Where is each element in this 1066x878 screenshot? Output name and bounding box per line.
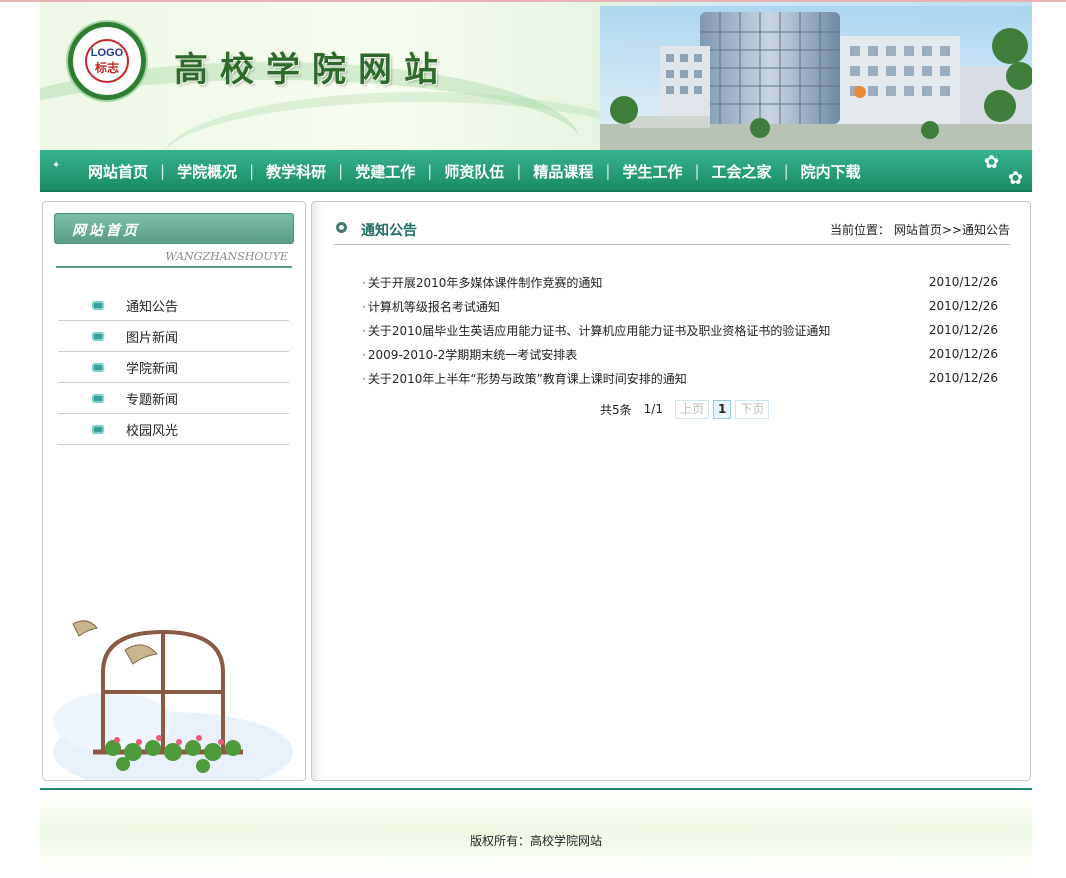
copyright-text: 版权所有：高校学院网站 (469, 834, 602, 848)
sidebar-item-label: 专题新闻 (126, 392, 179, 408)
bullet-dot-icon: · (362, 275, 366, 290)
sidebar-item-notices[interactable]: 通知公告 (58, 290, 289, 321)
bullet-icon (92, 362, 104, 372)
nav-item-about: 学院概况 | (165, 161, 254, 182)
nav-item-union: 工会之家 | (700, 161, 789, 182)
sidebar-subheading: WANGZHANSHOUYE (165, 250, 288, 263)
bullet-dot-icon: · (362, 371, 366, 386)
section-ring-icon (336, 222, 347, 233)
notice-date: 2010/12/26 (928, 275, 998, 289)
notice-row: · 关于2010年上半年“形势与政策”教育课上课时间安排的通知 2010/12/26 (362, 366, 998, 390)
notice-link[interactable]: 计算机等级报名考试通知 (368, 300, 500, 314)
nav-link-home[interactable]: 网站首页 (76, 161, 160, 182)
nav-link-courses[interactable]: 精品课程 (521, 161, 605, 182)
site-header: LOGO 标志 高校学院网站 (40, 2, 1032, 150)
nav-link-about[interactable]: 学院概况 (165, 161, 249, 182)
notice-link[interactable]: 关于开展2010年多媒体课件制作竞赛的通知 (368, 276, 603, 290)
nav-item-faculty: 师资队伍 | (432, 161, 521, 182)
nav-link-research[interactable]: 教学科研 (254, 161, 338, 182)
main-nav: 网站首页 | 学院概况 | 教学科研 | 党建工作 | 师资队伍 | 精品课程 | 学生工作… (40, 150, 1032, 192)
sidebar-heading-bar: 网站首页 (54, 213, 294, 244)
nav-item-party: 党建工作 | (343, 161, 432, 182)
breadcrumb-separator: >> (941, 223, 962, 237)
nav-item-courses: 精品课程 | (521, 161, 610, 182)
flower-icon: ✿ (1008, 168, 1024, 189)
breadcrumb-current: 通知公告 (961, 223, 1010, 237)
bullet-dot-icon: · (362, 323, 366, 338)
pagination-total: 共5条 (600, 402, 632, 417)
campus-building-image (600, 6, 1032, 150)
page-number-button[interactable]: 1 (712, 399, 732, 419)
site-footer: 版权所有：高校学院网站 (40, 788, 1032, 878)
prev-page-button[interactable]: 上页 (674, 399, 709, 419)
nav-link-union[interactable]: 工会之家 (700, 161, 784, 182)
logo-seal: LOGO 标志 (85, 39, 129, 83)
bullet-icon (92, 300, 104, 310)
sidebar-item-campus-scenery[interactable]: 校园风光 (58, 414, 289, 445)
sidebar: 网站首页 WANGZHANSHOUYE 通知公告 图片新闻 学院新闻 专题新闻 … (42, 201, 306, 781)
nav-item-home: 网站首页 | (76, 161, 165, 182)
breadcrumb: 当前位置： 网站首页>>通知公告 (830, 221, 1010, 238)
notice-row: · 计算机等级报名考试通知 2010/12/26 (362, 294, 998, 318)
sidebar-divider (56, 266, 292, 268)
notice-list: · 关于开展2010年多媒体课件制作竞赛的通知 2010/12/26 · 计算机等级报… (362, 270, 998, 390)
next-page-button[interactable]: 下页 (735, 399, 770, 419)
notice-date: 2010/12/26 (928, 299, 998, 313)
notice-link[interactable]: 关于2010届毕业生英语应用能力证书、计算机应用能力证书及职业资格证书的验证通知 (368, 324, 831, 338)
sidebar-item-label: 校园风光 (126, 423, 179, 439)
notice-date: 2010/12/26 (928, 371, 998, 385)
bullet-icon (92, 331, 104, 341)
notice-link[interactable]: 关于2010年上半年“形势与政策”教育课上课时间安排的通知 (368, 372, 687, 386)
sidebar-item-label: 图片新闻 (126, 330, 179, 346)
window-birds-illustration (53, 620, 293, 780)
site-title: 高校学院网站 (174, 50, 450, 90)
content-title: 通知公告 (361, 223, 417, 239)
bullet-dot-icon: · (362, 347, 366, 362)
sidebar-item-label: 学院新闻 (126, 361, 179, 377)
sidebar-item-special-news[interactable]: 专题新闻 (58, 383, 289, 414)
sidebar-item-college-news[interactable]: 学院新闻 (58, 352, 289, 383)
notice-date: 2010/12/26 (928, 347, 998, 361)
page: LOGO 标志 高校学院网站 网站首页 | 学院概况 | 教学科研 | 党建工作… (0, 0, 1066, 878)
pagination-pages: 1/1 (643, 402, 663, 416)
notice-row: · 关于开展2010年多媒体课件制作竞赛的通知 2010/12/26 (362, 270, 998, 294)
site-logo[interactable]: LOGO 标志 (68, 22, 146, 100)
sidebar-heading: 网站首页 (72, 223, 140, 239)
sidebar-item-photo-news[interactable]: 图片新闻 (58, 321, 289, 352)
sidebar-menu: 通知公告 图片新闻 学院新闻 专题新闻 校园风光 (58, 290, 289, 445)
logo-text-en: LOGO (90, 47, 124, 59)
nav-menu: 网站首页 | 学院概况 | 教学科研 | 党建工作 | 师资队伍 | 精品课程 | 学生工作… (76, 150, 873, 192)
nav-link-downloads[interactable]: 院内下载 (789, 161, 873, 182)
breadcrumb-home-link[interactable]: 网站首页 (894, 223, 942, 237)
nav-item-research: 教学科研 | (254, 161, 343, 182)
nav-item-students: 学生工作 | (610, 161, 699, 182)
nav-link-faculty[interactable]: 师资队伍 (432, 161, 516, 182)
bullet-icon (92, 424, 104, 434)
content-header: 通知公告 当前位置： 网站首页>>通知公告 (334, 216, 1010, 245)
nav-link-party[interactable]: 党建工作 (343, 161, 427, 182)
nav-item-downloads: 院内下载 (789, 161, 873, 182)
breadcrumb-prefix: 当前位置： (830, 223, 891, 237)
flower-icon: ✿ (984, 152, 1000, 173)
sidebar-item-label: 通知公告 (126, 299, 179, 315)
sparkle-icon: ✦ (52, 160, 61, 171)
notice-link[interactable]: 2009-2010-2学期期末统一考试安排表 (368, 348, 577, 362)
bullet-dot-icon: · (362, 299, 366, 314)
notice-row: · 关于2010届毕业生英语应用能力证书、计算机应用能力证书及职业资格证书的验证通… (362, 318, 998, 342)
logo-text-cn: 标志 (94, 61, 119, 75)
notice-date: 2010/12/26 (928, 323, 998, 337)
content-panel: 通知公告 当前位置： 网站首页>>通知公告 · 关于开展2010年多媒体课件制作竞… (311, 201, 1031, 781)
notice-row: · 2009-2010-2学期期末统一考试安排表 2010/12/26 (362, 342, 998, 366)
nav-link-students[interactable]: 学生工作 (610, 161, 694, 182)
pagination: 共5条 1/1 上页 1 下页 (600, 399, 773, 419)
bullet-icon (92, 393, 104, 403)
